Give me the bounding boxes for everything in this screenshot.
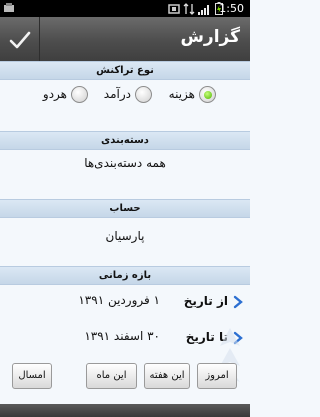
- checkmark-icon: [9, 31, 30, 48]
- signal-icon: [198, 4, 209, 15]
- status-bar: 1:50: [0, 0, 250, 17]
- radio-button[interactable]: [135, 85, 152, 103]
- notification-icon: [4, 3, 14, 12]
- account-header: حساب: [0, 199, 250, 218]
- radio-income-label: درآمد: [103, 87, 131, 101]
- account-selector[interactable]: پارسیان: [0, 229, 250, 249]
- data-3g-icon: [183, 2, 195, 15]
- bottom-bar: [0, 404, 250, 417]
- to-date-value[interactable]: ۳۰ اسفند ۱۳۹۱: [84, 329, 160, 343]
- this-month-button[interactable]: این ماه: [86, 363, 137, 389]
- usb-debug-icon: [168, 3, 180, 14]
- today-button[interactable]: امروز: [197, 363, 237, 389]
- to-date-row[interactable]: تا تاریخ ۳۰ اسفند ۱۳۹۱: [0, 327, 250, 349]
- confirm-button[interactable]: [0, 17, 40, 62]
- from-date-label: از تاریخ: [183, 294, 228, 308]
- radio-expense[interactable]: هزینه: [169, 85, 216, 103]
- this-week-button[interactable]: این هفته: [144, 363, 190, 389]
- from-date-row[interactable]: از تاریخ ۱ فروردین ۱۳۹۱: [0, 291, 250, 313]
- title-bar: گزارش: [0, 17, 250, 62]
- period-header: بازه زمانی: [0, 266, 250, 285]
- category-header: دسته‌بندی: [0, 131, 250, 150]
- page-title: گزارش: [180, 27, 240, 47]
- category-selector[interactable]: همه دسته‌بندی‌ها: [0, 156, 250, 176]
- radio-expense-label: هزینه: [168, 87, 195, 101]
- radio-both[interactable]: هردو: [43, 85, 88, 103]
- transaction-type-header: نوع تراکنش: [0, 61, 250, 80]
- status-icons: [168, 2, 223, 15]
- radio-both-label: هردو: [42, 87, 67, 101]
- chevron-right-icon: [233, 295, 243, 309]
- radio-button[interactable]: [71, 85, 88, 103]
- radio-button-selected[interactable]: [199, 85, 216, 103]
- radio-income[interactable]: درآمد: [104, 85, 152, 103]
- this-year-button[interactable]: امسال: [12, 363, 52, 389]
- from-date-value[interactable]: ۱ فروردین ۱۳۹۱: [78, 293, 160, 307]
- clock: 1:50: [219, 2, 244, 15]
